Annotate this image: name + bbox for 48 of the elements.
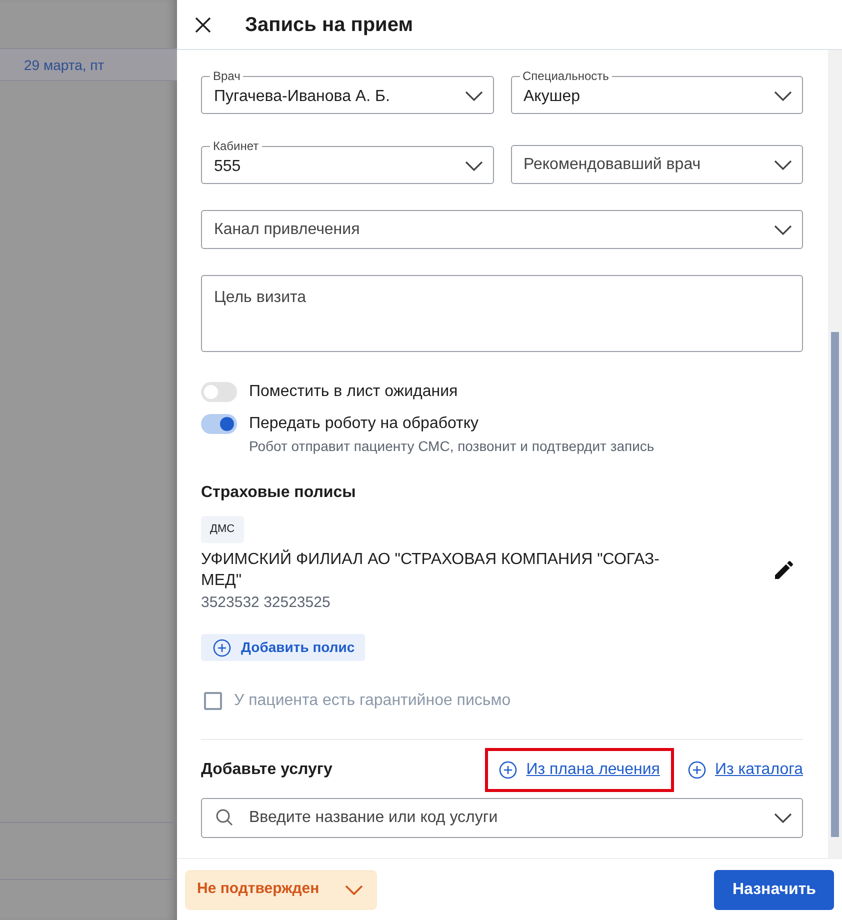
select-field[interactable]: Канал привлечения xyxy=(201,210,803,249)
policy-number: 3523532 32523525 xyxy=(201,592,332,613)
toggle-label: Передать роботу на обработку xyxy=(249,414,480,434)
submit-button[interactable]: Назначить xyxy=(714,870,834,910)
service-search-field[interactable]: Введите название или код услуги xyxy=(201,798,803,838)
field-value: Акушер xyxy=(524,87,580,107)
chevron-down-icon xyxy=(345,884,364,894)
section-title: Добавьте услугу xyxy=(201,760,332,780)
search-icon xyxy=(216,809,233,826)
chevron-down-icon xyxy=(774,160,792,170)
plus-circle-icon xyxy=(688,760,706,779)
add-policy-button[interactable]: Добавить полис xyxy=(201,634,365,662)
chevron-down-icon xyxy=(464,91,482,101)
field-value: Пугачева-Иванова А. Б. xyxy=(214,87,390,107)
close-icon[interactable] xyxy=(195,16,211,32)
link[interactable]: Из плана лечения xyxy=(485,748,674,792)
chevron-down-icon xyxy=(774,91,792,101)
select-field[interactable]: Врач Пугачева-Иванова А. Б. xyxy=(201,70,494,114)
date-label: 29 марта, пт xyxy=(24,57,104,73)
select-field[interactable]: Кабинет 555 xyxy=(201,140,494,184)
text-area-field[interactable]: Цель визита xyxy=(201,275,803,352)
policy-type-tag: ДМС xyxy=(201,516,244,543)
select-field[interactable]: Специальность Акушер xyxy=(510,70,803,114)
scrollbar[interactable] xyxy=(828,50,842,858)
section-title: Страховые полисы xyxy=(201,483,357,502)
toggle-hint: Робот отправит пациенту СМС, позвонит и подтвердит запись xyxy=(249,437,654,456)
drawer-title: Запись на прием xyxy=(245,12,414,36)
field-label: Кабинет xyxy=(212,140,260,152)
field-label: Врач xyxy=(212,70,242,82)
toggle-switch[interactable] xyxy=(201,414,237,434)
status-dropdown[interactable]: Не подтвержден xyxy=(185,870,378,910)
toggle-switch[interactable] xyxy=(201,382,237,402)
chevron-down-icon xyxy=(774,812,792,823)
plus-circle-icon xyxy=(499,760,518,779)
field-placeholder: Канал привлечения xyxy=(214,220,360,240)
plus-circle-icon xyxy=(213,638,231,657)
chevron-down-icon xyxy=(774,224,792,234)
checkbox-label: У пациента есть гарантийное письмо xyxy=(234,690,511,711)
field-placeholder: Рекомендовавший врач xyxy=(524,154,701,174)
company-name: УФИМСКИЙ ФИЛИАЛ АО "СТРАХОВАЯ КОМПАНИЯ "СОГАЗ-МЕД" xyxy=(201,548,660,592)
chevron-down-icon xyxy=(464,161,482,171)
link[interactable]: Из каталога xyxy=(674,748,803,792)
field-value: 555 xyxy=(214,157,241,177)
select-field[interactable]: Рекомендовавший врач xyxy=(510,145,803,184)
pencil-icon[interactable] xyxy=(775,561,793,580)
field-label: Специальность xyxy=(522,70,610,82)
toggle-label: Поместить в лист ожидания xyxy=(249,382,458,402)
field-placeholder: Цель визита xyxy=(214,288,306,308)
